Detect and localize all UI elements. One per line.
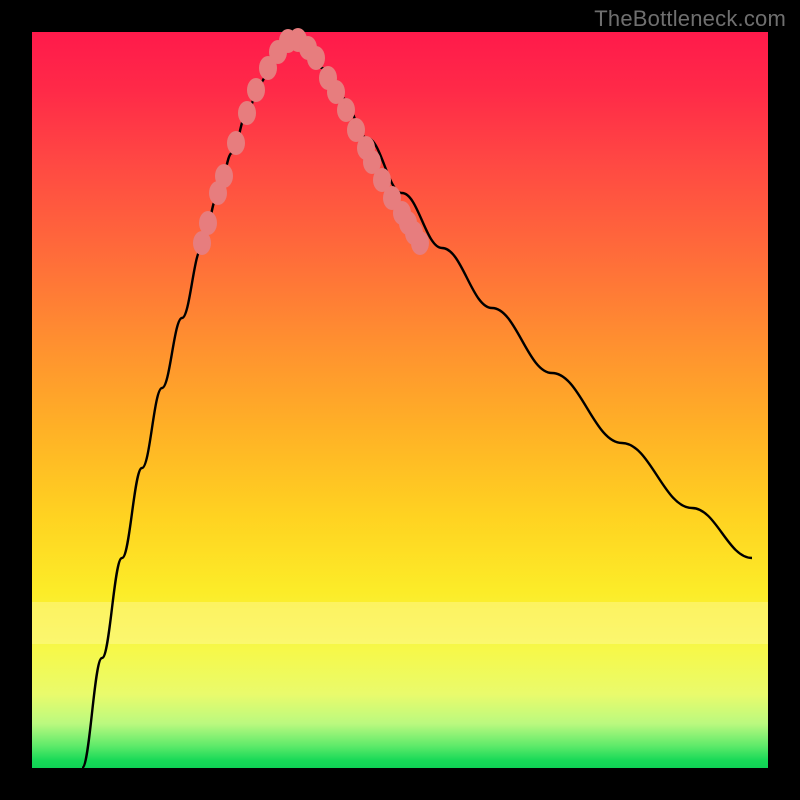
- curve-dot: [411, 231, 429, 255]
- watermark-text: TheBottleneck.com: [594, 6, 786, 32]
- chart-svg: [32, 32, 768, 768]
- chart-stage: TheBottleneck.com: [0, 0, 800, 800]
- curve-dot: [307, 46, 325, 70]
- curve-dot: [238, 101, 256, 125]
- dot-group-right: [299, 36, 429, 255]
- curve-dot: [199, 211, 217, 235]
- curve-dot: [227, 131, 245, 155]
- curve-dot: [337, 98, 355, 122]
- dot-group-left: [193, 28, 307, 255]
- curve-dot: [247, 78, 265, 102]
- bottleneck-curve: [82, 40, 752, 768]
- curve-dot: [215, 164, 233, 188]
